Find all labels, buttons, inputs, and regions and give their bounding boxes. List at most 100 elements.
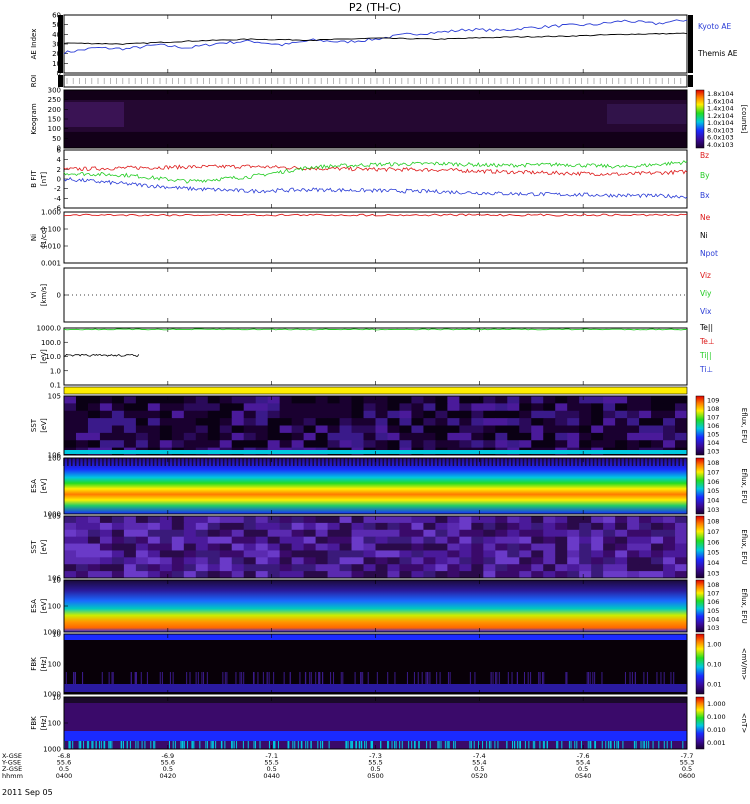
sst_e-cell bbox=[663, 418, 676, 426]
sst_i-cell bbox=[159, 529, 173, 538]
temp-series-te bbox=[63, 353, 140, 357]
sst_e-cbar-label: Eflux, EFU bbox=[740, 408, 748, 443]
sst_i-cell bbox=[627, 516, 640, 524]
sst_e-cell bbox=[423, 418, 436, 426]
sst_e-cell bbox=[495, 410, 508, 419]
sst_e-cell bbox=[519, 396, 532, 404]
sst_i-cell bbox=[555, 529, 568, 538]
esa_i-ytick: 10 bbox=[52, 577, 61, 585]
sst_i-cell bbox=[111, 550, 125, 558]
sst_e-cell bbox=[471, 403, 484, 412]
sst_e-cell bbox=[243, 440, 257, 449]
sst_e-cell bbox=[123, 403, 137, 412]
sst_e-cell bbox=[399, 425, 412, 434]
sst_e-cell bbox=[75, 432, 89, 441]
bfield-legend-bz: Bz bbox=[700, 151, 709, 160]
sst_i-cell bbox=[303, 516, 317, 524]
sst_i-cell bbox=[351, 557, 365, 565]
fbk1-ylabel: FBK bbox=[30, 657, 38, 671]
sst_i-cell bbox=[255, 564, 269, 572]
sst_e-cell bbox=[64, 396, 77, 404]
sst_i-cell bbox=[507, 564, 520, 572]
keogram-ytick: 200 bbox=[48, 106, 61, 114]
sst_e-cell bbox=[267, 440, 281, 449]
sst_i-cell bbox=[243, 543, 257, 551]
sst_i-cell bbox=[435, 557, 448, 565]
sst_i-cell bbox=[267, 536, 281, 545]
bfield-ytick: -4 bbox=[54, 195, 62, 203]
sst_e-cell bbox=[195, 432, 209, 441]
sst_i-cell bbox=[219, 571, 233, 579]
sst_e-cell bbox=[291, 432, 305, 441]
plot-title: P2 (TH-C) bbox=[349, 1, 401, 14]
fbk1-cbar-tick: 0.01 bbox=[707, 681, 721, 689]
sst_e-cell bbox=[387, 396, 400, 404]
sst_i-cell bbox=[375, 516, 388, 524]
sst_i-cell bbox=[111, 529, 125, 538]
sst_i-cell bbox=[75, 543, 89, 551]
sst_i-cell bbox=[231, 522, 245, 531]
sst_e-cell bbox=[615, 396, 628, 404]
sst_i-cell bbox=[507, 550, 520, 558]
sst_i-cell bbox=[675, 536, 688, 545]
sst_e-cell bbox=[483, 396, 496, 404]
fbk2-ylabel: FBK bbox=[30, 716, 38, 730]
sst_i-cell bbox=[219, 529, 233, 538]
bfield-ytick: -2 bbox=[54, 185, 61, 193]
density-legend: Ne bbox=[700, 213, 711, 222]
sst_i-cell bbox=[183, 550, 197, 558]
sst_i-cell bbox=[99, 557, 113, 565]
esa_e-cbar-label: Eflux, EFU bbox=[740, 468, 748, 503]
sst_e-cell bbox=[579, 432, 592, 441]
sst_i-cell bbox=[459, 564, 472, 572]
esa_i-cbar-tick: 107 bbox=[707, 590, 719, 598]
sst_e-cell bbox=[423, 440, 436, 449]
sst_i-cell bbox=[591, 571, 604, 579]
sst_e-cell bbox=[459, 425, 472, 434]
sst_i-cell bbox=[591, 550, 604, 558]
sst_e-cell bbox=[243, 425, 257, 434]
temp-ytick: 0.1 bbox=[50, 382, 61, 390]
sst_e-cell bbox=[135, 432, 149, 441]
sst_e-cell bbox=[603, 432, 616, 441]
sst_i-cell bbox=[339, 516, 353, 524]
sst_e-cell bbox=[495, 440, 508, 449]
sst_e-cell bbox=[651, 403, 664, 412]
ae-right-bar bbox=[688, 15, 693, 73]
sst_e-cell bbox=[531, 410, 544, 419]
sst_e-cell bbox=[519, 432, 532, 441]
sst_e-cell bbox=[555, 410, 568, 419]
sst_e-cell bbox=[207, 440, 221, 449]
sst_e-cell bbox=[267, 396, 281, 404]
sst_e-cell bbox=[207, 418, 221, 426]
sst_i-cell bbox=[567, 522, 580, 531]
sst_e-cell bbox=[483, 403, 496, 412]
sst_i-cell bbox=[651, 536, 664, 545]
keogram-blob bbox=[607, 104, 687, 124]
sst_i-cell bbox=[591, 557, 604, 565]
sst_e-cell bbox=[135, 440, 149, 449]
esa_i-cbar-tick: 103 bbox=[707, 624, 719, 632]
sst_i-cell bbox=[159, 571, 173, 579]
sst_e-cell bbox=[291, 410, 305, 419]
sst_e-cell bbox=[579, 418, 592, 426]
sst_i-cbar-tick: 108 bbox=[707, 518, 719, 526]
sst_e-cell bbox=[423, 410, 436, 419]
sst_e-cell bbox=[303, 440, 317, 449]
sst_i-cell bbox=[483, 564, 496, 572]
bfield-ytick: 4 bbox=[57, 156, 62, 164]
sst_i-cell bbox=[291, 536, 305, 545]
sst_e-cell bbox=[423, 403, 436, 412]
sst_i-cell bbox=[195, 557, 209, 565]
sst_i-cell bbox=[639, 543, 652, 551]
sst_e-cell bbox=[327, 418, 341, 426]
sst_e-cell bbox=[219, 418, 233, 426]
sst_i-cell bbox=[471, 536, 484, 545]
sst_i-cell bbox=[231, 564, 245, 572]
sst_e-cell bbox=[255, 410, 269, 419]
sst_i-cell bbox=[255, 557, 269, 565]
temp-legend: Te⊥ bbox=[699, 337, 714, 346]
temp-legend: Ti⊥ bbox=[699, 365, 713, 374]
sst_i-cell bbox=[207, 522, 221, 531]
sst_e-cell bbox=[363, 403, 376, 412]
